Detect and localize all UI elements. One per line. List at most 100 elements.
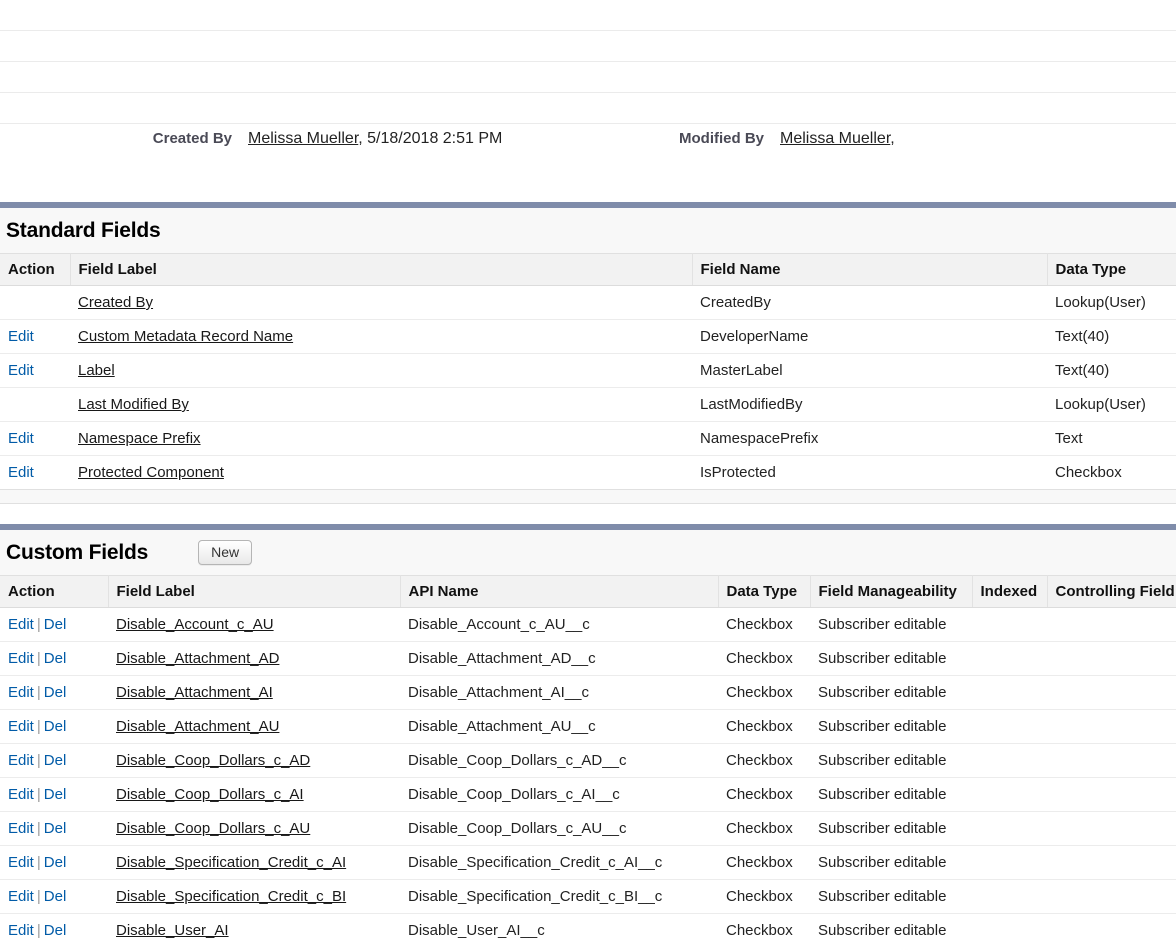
column-header-indexed: Indexed (972, 575, 1048, 608)
edit-link[interactable]: Edit (8, 650, 34, 667)
detail-value-created-by: Melissa Mueller, 5/18/2018 2:51 PM (248, 130, 502, 148)
field-label-link[interactable]: Disable_Attachment_AU (116, 718, 279, 735)
cell-field-name: DeveloperName (692, 319, 1047, 354)
cell-field-manageability: Subscriber editable (810, 845, 972, 880)
delete-link[interactable]: Del (44, 616, 67, 633)
field-label-link[interactable]: Disable_Coop_Dollars_c_AD (116, 752, 310, 769)
cell-data-type: Text(40) (1047, 353, 1176, 388)
cell-action: Edit | Del (0, 743, 108, 778)
edit-link[interactable]: Edit (8, 752, 34, 769)
field-label-link[interactable]: Disable_Attachment_AI (116, 684, 273, 701)
cell-action: Edit | Del (0, 777, 108, 812)
cell-field-manageability: Subscriber editable (810, 641, 972, 676)
delete-link[interactable]: Del (44, 684, 67, 701)
cell-field-manageability: Subscriber editable (810, 607, 972, 642)
created-by-user-link[interactable]: Melissa Mueller (248, 130, 358, 147)
cell-indexed (972, 743, 1047, 778)
delete-link[interactable]: Del (44, 854, 67, 871)
edit-link[interactable]: Edit (8, 362, 34, 379)
cell-action: Edit (0, 353, 70, 388)
custom-fields-header: Custom Fields New (0, 530, 1176, 575)
standard-fields-header: Standard Fields (0, 208, 1176, 253)
edit-link[interactable]: Edit (8, 888, 34, 905)
action-separator: | (36, 718, 41, 735)
custom-fields-table: Action Field Label API Name Data Type Fi… (0, 575, 1176, 943)
edit-link[interactable]: Edit (8, 786, 34, 803)
column-header-data-type: Data Type (1047, 253, 1176, 286)
table-row: Edit | Del Disable_User_AI Disable_User_AI__… (0, 913, 1176, 943)
cell-data-type: Checkbox (718, 811, 810, 846)
field-label-link[interactable]: Custom Metadata Record Name (78, 328, 293, 345)
delete-link[interactable]: Del (44, 650, 67, 667)
delete-link[interactable]: Del (44, 752, 67, 769)
cell-field-manageability: Subscriber editable (810, 913, 972, 943)
cell-controlling-field (1047, 879, 1176, 914)
field-label-link[interactable]: Namespace Prefix (78, 430, 201, 447)
cell-field-manageability: Subscriber editable (810, 777, 972, 812)
cell-action: Edit | Del (0, 811, 108, 846)
cell-action: Edit | Del (0, 879, 108, 914)
edit-link[interactable]: Edit (8, 430, 34, 447)
cell-field-manageability: Subscriber editable (810, 811, 972, 846)
field-label-link[interactable]: Disable_Coop_Dollars_c_AI (116, 786, 304, 803)
standard-fields-bottom-spacer (0, 504, 1176, 523)
field-label-link[interactable]: Disable_Specification_Credit_c_BI (116, 888, 346, 905)
field-label-link[interactable]: Disable_Account_c_AU (116, 616, 274, 633)
cell-action: Edit | Del (0, 913, 108, 943)
action-separator: | (36, 888, 41, 905)
delete-link[interactable]: Del (44, 820, 67, 837)
table-row: Edit Namespace Prefix NamespacePrefix Text (0, 421, 1176, 456)
field-label-link[interactable]: Created By (78, 294, 153, 311)
action-separator: | (36, 854, 41, 871)
custom-fields-actions: New (198, 540, 253, 565)
edit-link[interactable]: Edit (8, 328, 34, 345)
edit-link[interactable]: Edit (8, 718, 34, 735)
delete-link[interactable]: Del (44, 718, 67, 735)
field-label-link[interactable]: Disable_Coop_Dollars_c_AU (116, 820, 310, 837)
cell-action: Edit | Del (0, 709, 108, 744)
edit-link[interactable]: Edit (8, 820, 34, 837)
delete-link[interactable]: Del (44, 888, 67, 905)
cell-field-label: Disable_Account_c_AU (108, 607, 400, 642)
cell-indexed (972, 913, 1047, 943)
field-label-link[interactable]: Disable_User_AI (116, 922, 229, 939)
cell-api-name: Disable_Coop_Dollars_c_AI__c (400, 777, 718, 812)
cell-indexed (972, 777, 1047, 812)
detail-row (0, 0, 1176, 31)
cell-field-label: Created By (70, 285, 692, 320)
cell-controlling-field (1047, 675, 1176, 710)
cell-controlling-field (1047, 845, 1176, 880)
cell-action: Edit | Del (0, 845, 108, 880)
table-row: Edit Label MasterLabel Text(40) (0, 353, 1176, 388)
delete-link[interactable]: Del (44, 922, 67, 939)
edit-link[interactable]: Edit (8, 616, 34, 633)
cell-field-label: Disable_Coop_Dollars_c_AD (108, 743, 400, 778)
cell-action: Edit (0, 319, 70, 354)
edit-link[interactable]: Edit (8, 464, 34, 481)
delete-link[interactable]: Del (44, 786, 67, 803)
field-label-link[interactable]: Disable_Specification_Credit_c_AI (116, 854, 346, 871)
cell-field-label: Disable_Coop_Dollars_c_AU (108, 811, 400, 846)
cell-field-label: Namespace Prefix (70, 421, 692, 456)
cell-indexed (972, 641, 1047, 676)
action-separator: | (36, 786, 41, 803)
edit-link[interactable]: Edit (8, 684, 34, 701)
cell-controlling-field (1047, 743, 1176, 778)
cell-action: Edit | Del (0, 641, 108, 676)
cell-data-type: Checkbox (718, 641, 810, 676)
field-label-link[interactable]: Protected Component (78, 464, 224, 481)
field-label-link[interactable]: Disable_Attachment_AD (116, 650, 279, 667)
cell-data-type: Checkbox (718, 743, 810, 778)
edit-link[interactable]: Edit (8, 922, 34, 939)
modified-by-user-link[interactable]: Melissa Mueller (780, 130, 890, 147)
field-label-link[interactable]: Last Modified By (78, 396, 189, 413)
edit-link[interactable]: Edit (8, 854, 34, 871)
cell-data-type: Text(40) (1047, 319, 1176, 354)
table-row: Edit Custom Metadata Record Name Developer… (0, 319, 1176, 354)
field-label-link[interactable]: Label (78, 362, 115, 379)
column-header-controlling-field: Controlling Field (1047, 575, 1176, 608)
new-custom-field-button[interactable]: New (198, 540, 253, 565)
cell-action: Edit | Del (0, 607, 108, 642)
section-divider-custom-fields (0, 523, 1176, 530)
cell-controlling-field (1047, 777, 1176, 812)
